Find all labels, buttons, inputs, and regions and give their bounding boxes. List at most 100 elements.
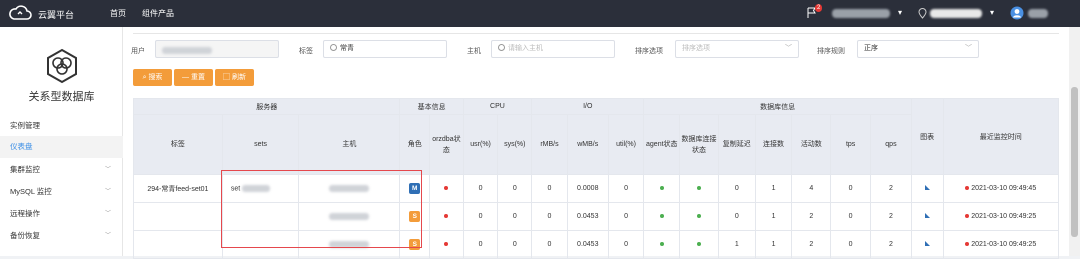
tag-filter-label: 标签 [299, 48, 313, 55]
status-red-dot [444, 214, 449, 218]
cell-qps: 2 [870, 202, 912, 231]
chart-link-icon[interactable] [924, 212, 931, 219]
sidebar-item-label: 仪表盘 [10, 142, 33, 151]
cell-active: 2 [791, 202, 832, 231]
sidebar-item-label: 集群监控 [10, 165, 40, 174]
sidebar-item-backup-restore[interactable]: 备份恢复 ﹀ [0, 225, 123, 247]
status-green-dot [697, 214, 702, 218]
refresh-button-label: 刷新 [231, 74, 246, 81]
sidebar-item-mysql-monitoring[interactable]: MySQL 监控 ﹀ [0, 181, 123, 203]
vertical-scrollbar[interactable] [1069, 27, 1080, 256]
group-header-io: I/O [531, 98, 645, 115]
sort-option-placeholder: 排序选项 [682, 45, 710, 52]
scrollbar-thumb[interactable] [1071, 87, 1078, 237]
cell-rmb: 0 [531, 174, 568, 203]
nav-home[interactable]: 首页 [110, 8, 126, 19]
region-selector[interactable] [930, 9, 982, 18]
cell-rmb: 0 [531, 230, 568, 259]
sort-option-select[interactable]: 排序选项 ﹀ [675, 40, 799, 58]
cell-repl: 0 [717, 174, 756, 203]
cell-chart [910, 230, 944, 259]
cell-active: 4 [791, 174, 832, 203]
reset-button[interactable]: — 重置 [174, 69, 213, 86]
col-header-wmb: wMB/s [566, 114, 609, 175]
cell-qps: 2 [870, 174, 912, 203]
col-header-qps: qps [870, 114, 912, 175]
sidebar-item-label: 远程操作 [10, 209, 40, 218]
user-filter-input[interactable] [155, 40, 279, 58]
chart-link-icon[interactable] [924, 184, 931, 191]
status-red-dot [965, 186, 970, 190]
cell-tps: 0 [830, 202, 872, 231]
cloud-logo-icon[interactable] [8, 5, 32, 21]
cell-wmb: 0.0453 [566, 202, 609, 231]
location-pin-icon [918, 8, 927, 19]
chevron-down-icon: ﹀ [104, 233, 111, 239]
status-green-dot [697, 186, 702, 190]
status-red-dot [965, 214, 970, 218]
cell-agent [643, 202, 681, 231]
platform-brand[interactable]: 云翼平台 [38, 8, 74, 21]
reset-button-label: 重置 [190, 74, 205, 81]
host-filter-label: 主机 [467, 48, 481, 55]
chevron-down-icon: ﹀ [785, 45, 792, 52]
status-red-dot [965, 242, 970, 246]
chevron-down-icon: ﹀ [104, 189, 111, 195]
cell-time: 2021-03-10 09:49:25 [942, 202, 1059, 231]
refresh-button[interactable]: ▢ 刷新 [215, 69, 254, 86]
tag-filter-value: 常青 [340, 45, 354, 52]
cell-usr: 0 [462, 202, 499, 231]
cell-tps: 0 [830, 230, 872, 259]
col-header-dbconn: 数据库连接状态 [679, 114, 719, 175]
chevron-down-icon[interactable]: ▾ [990, 8, 994, 17]
cell-agent [643, 230, 681, 259]
time-value: 2021-03-10 09:49:25 [971, 241, 1037, 248]
cell-agent [643, 174, 681, 203]
col-header-active: 活动数 [791, 114, 832, 175]
user-avatar-icon[interactable] [1010, 6, 1024, 20]
cell-orzdba [429, 230, 464, 259]
time-value: 2021-03-10 09:49:25 [971, 213, 1037, 220]
sidebar-item-instance-management[interactable]: 实例管理 [0, 115, 123, 137]
status-green-dot [659, 214, 664, 218]
user-name[interactable] [1028, 9, 1048, 18]
nav-products[interactable]: 组件产品 [142, 8, 174, 19]
chevron-down-icon[interactable]: ▾ [898, 8, 902, 17]
status-green-dot [659, 186, 664, 190]
cell-tag [133, 202, 223, 231]
sort-rule-select[interactable]: 正序 ﹀ [857, 40, 979, 58]
redacted-user [162, 46, 212, 54]
col-header-chart: 图表 [910, 98, 944, 175]
col-header-agent: agent状态 [643, 114, 681, 175]
col-header-orzdba: orzdba状态 [429, 114, 464, 175]
time-value: 2021-03-10 09:49:45 [971, 185, 1037, 192]
cell-time: 2021-03-10 09:49:45 [942, 174, 1059, 203]
status-green-dot [659, 242, 664, 246]
status-red-dot [444, 186, 449, 190]
search-icon [330, 44, 337, 51]
group-header-cpu: CPU [462, 98, 533, 115]
sidebar-item-dashboard[interactable]: 仪表盘 [0, 136, 123, 158]
host-filter-placeholder: 请输入主机 [508, 45, 543, 52]
cell-sys: 0 [497, 174, 533, 203]
cell-conns: 1 [754, 202, 793, 231]
top-navigation-bar: 云翼平台 首页 组件产品 2 ▾ ▾ [0, 0, 1080, 27]
col-header-sys: sys(%) [497, 114, 533, 175]
search-button[interactable]: ⌕ 搜索 [133, 69, 172, 86]
search-icon [498, 44, 505, 51]
cell-active: 2 [791, 230, 832, 259]
cell-chart [910, 202, 944, 231]
sidebar-item-cluster-monitoring[interactable]: 集群监控 ﹀ [0, 159, 123, 181]
account-selector[interactable] [832, 9, 890, 18]
host-filter-input[interactable]: 请输入主机 [491, 40, 615, 58]
chevron-down-icon: ﹀ [104, 167, 111, 173]
sidebar-title: 关系型数据库 [28, 91, 95, 103]
sort-rule-value: 正序 [864, 45, 878, 52]
refresh-icon: ▢ [223, 74, 232, 81]
cell-tag [133, 230, 223, 259]
sidebar-item-label: 实例管理 [10, 121, 40, 130]
sidebar-item-remote-operations[interactable]: 远程操作 ﹀ [0, 203, 123, 225]
chart-link-icon[interactable] [924, 240, 931, 247]
tag-filter-input[interactable]: 常青 [323, 40, 447, 58]
sort-option-label: 排序选项 [635, 48, 663, 55]
